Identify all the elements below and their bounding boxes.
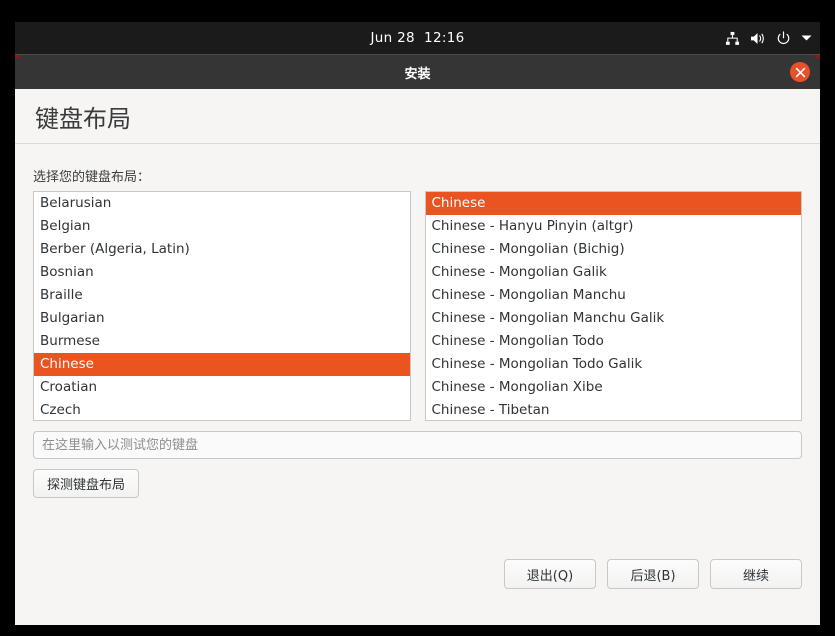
system-topbar: Jun 28 12:16: [15, 22, 820, 54]
keyboard-test-input[interactable]: [33, 431, 802, 459]
layout-list-item[interactable]: Burmese: [34, 330, 410, 353]
variant-list-item[interactable]: Chinese - Mongolian Todo Galik: [426, 353, 802, 376]
variant-list-item[interactable]: Chinese - Tibetan: [426, 399, 802, 420]
chevron-down-icon[interactable]: [801, 34, 812, 42]
layout-list-item[interactable]: Berber (Algeria, Latin): [34, 238, 410, 261]
volume-icon[interactable]: [750, 31, 766, 46]
layout-list-item[interactable]: Bosnian: [34, 261, 410, 284]
detect-keyboard-layout-button[interactable]: 探测键盘布局: [33, 469, 140, 498]
variant-list-item[interactable]: Chinese - Mongolian Todo: [426, 330, 802, 353]
keyboard-lists-row: Belarusian Belgian Berber (Algeria, Latin)…: [33, 191, 802, 421]
variant-list-item[interactable]: Chinese - Mongolian Galik: [426, 261, 802, 284]
footer-buttons: 退出(Q) 后退(B) 继续: [504, 559, 802, 589]
page-title: 键盘布局: [35, 104, 131, 133]
window-titlebar: 安装: [15, 54, 820, 89]
variant-list-item[interactable]: Chinese - Mongolian Manchu Galik: [426, 307, 802, 330]
layout-list-item[interactable]: Belarusian: [34, 192, 410, 215]
keyboard-variant-list[interactable]: Chinese Chinese - Hanyu Pinyin (altgr) Chi…: [424, 191, 802, 421]
quit-button[interactable]: 退出(Q): [504, 559, 596, 589]
close-button[interactable]: [790, 62, 810, 82]
page-content: 选择您的键盘布局： Belarusian Belgian Berber (Alger…: [15, 166, 820, 589]
close-icon: [795, 67, 805, 77]
power-icon[interactable]: [776, 30, 791, 46]
variant-list-item[interactable]: Chinese - Mongolian (Bichig): [426, 238, 802, 261]
layout-list-item[interactable]: Braille: [34, 284, 410, 307]
topbar-clock[interactable]: Jun 28 12:16: [371, 30, 465, 46]
layout-list-item[interactable]: Bulgarian: [34, 307, 410, 330]
variant-list-item[interactable]: Chinese - Mongolian Xibe: [426, 376, 802, 399]
layout-list-item[interactable]: Czech: [34, 399, 410, 420]
network-icon[interactable]: [725, 31, 740, 46]
variant-list-item[interactable]: Chinese - Hanyu Pinyin (altgr): [426, 215, 802, 238]
page-header: 键盘布局: [15, 89, 820, 144]
variant-list-item[interactable]: Chinese: [425, 192, 801, 215]
back-button[interactable]: 后退(B): [607, 559, 699, 589]
titlebar-corner-left: [15, 55, 20, 58]
layout-list-item[interactable]: Croatian: [34, 376, 410, 399]
desktop: Jun 28 12:16 安装 键盘布局 选择您的键盘布局： Belarusia…: [0, 0, 835, 636]
titlebar-corner-right: [815, 55, 820, 58]
variant-list-item[interactable]: Chinese - Mongolian Manchu: [426, 284, 802, 307]
select-layout-label: 选择您的键盘布局：: [33, 170, 151, 185]
layout-list-item[interactable]: Chinese: [34, 353, 410, 376]
keyboard-layout-list[interactable]: Belarusian Belgian Berber (Algeria, Latin)…: [33, 191, 411, 421]
topbar-indicators: [725, 22, 812, 54]
installer-window: 安装 键盘布局 选择您的键盘布局： Belarusian Belgian Berbe…: [15, 54, 820, 625]
window-title: 安装: [404, 66, 431, 82]
layout-list-item[interactable]: Belgian: [34, 215, 410, 238]
continue-button[interactable]: 继续: [710, 559, 802, 589]
